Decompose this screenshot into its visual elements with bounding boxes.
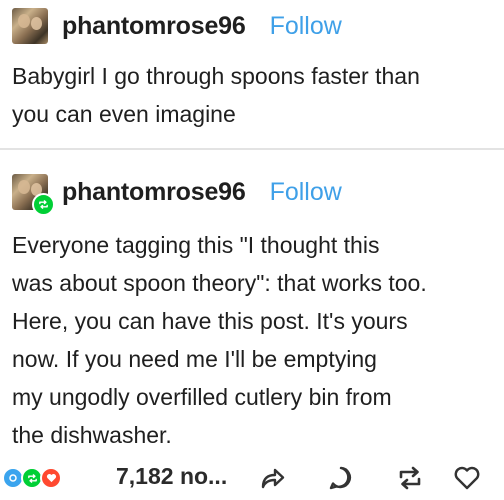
reblog-badge-icon	[32, 193, 55, 216]
avatar[interactable]	[12, 8, 48, 44]
follow-button[interactable]: Follow	[270, 178, 342, 207]
reblog-body: Everyone tagging this "I thought this wa…	[12, 232, 427, 448]
heart-icon[interactable]	[453, 464, 481, 492]
reblog-header: phantomrose96 Follow	[12, 174, 342, 216]
like-note-icon	[40, 467, 62, 489]
notes-icons[interactable]	[2, 467, 78, 489]
avatar-image	[12, 8, 48, 44]
notes-count[interactable]: 7,182 no...	[116, 463, 227, 490]
username[interactable]: phantomrose96	[62, 178, 246, 207]
post-footer: 7,182 no...	[0, 454, 504, 500]
reply-icon[interactable]	[327, 464, 355, 492]
follow-button[interactable]: Follow	[270, 12, 342, 41]
avatar[interactable]	[12, 174, 55, 216]
username[interactable]: phantomrose96	[62, 12, 246, 41]
share-icon[interactable]	[259, 464, 287, 492]
reblog-icon[interactable]	[396, 464, 424, 492]
post-original: phantomrose96 Follow Babygirl I go throu…	[0, 0, 504, 148]
post-body: Babygirl I go through spoons faster than…	[12, 63, 420, 127]
divider	[0, 148, 504, 150]
post-header: phantomrose96 Follow	[12, 8, 342, 44]
